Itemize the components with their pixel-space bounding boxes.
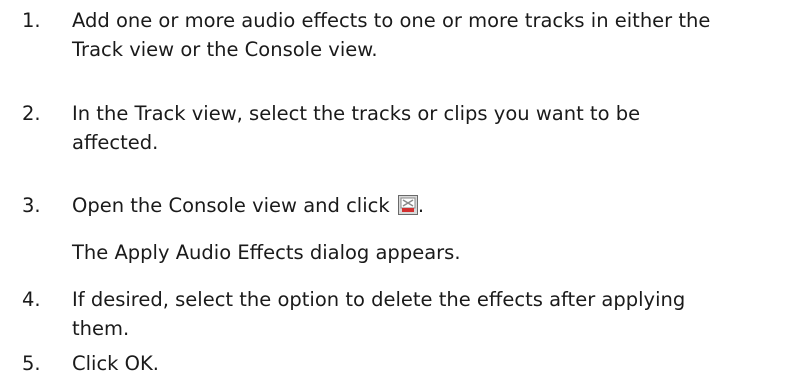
step-3-note: The Apply Audio Effects dialog appears. xyxy=(72,241,461,264)
step-text: Click OK. xyxy=(72,349,796,378)
step-line: Open the Console view and click . xyxy=(72,191,796,220)
step-text: If desired, select the option to delete … xyxy=(72,285,796,343)
instruction-document: 1. Add one or more audio effects to one … xyxy=(0,0,798,377)
step-line: If desired, select the option to delete … xyxy=(72,288,686,311)
step-line: affected. xyxy=(72,131,159,154)
step-number: 5. xyxy=(22,352,41,375)
step-line-text: Open the Console view and click xyxy=(72,194,396,217)
step-line: Add one or more audio effects to one or … xyxy=(72,9,711,32)
step-line: them. xyxy=(72,317,130,340)
step-number: 3. xyxy=(22,194,41,217)
step-text: Open the Console view and click . xyxy=(72,191,796,220)
step-line-period: . xyxy=(417,194,425,217)
step-number: 4. xyxy=(22,288,41,311)
step-text: In the Track view, select the tracks or … xyxy=(72,99,796,157)
step-number: 2. xyxy=(22,102,41,125)
step-line: In the Track view, select the tracks or … xyxy=(72,102,641,125)
step-text: Add one or more audio effects to one or … xyxy=(72,6,796,64)
apply-audio-effects-icon xyxy=(397,195,418,215)
step-number: 1. xyxy=(22,9,41,32)
step-line: Click OK. xyxy=(72,352,159,375)
step-line: Track view or the Console view. xyxy=(72,38,378,61)
